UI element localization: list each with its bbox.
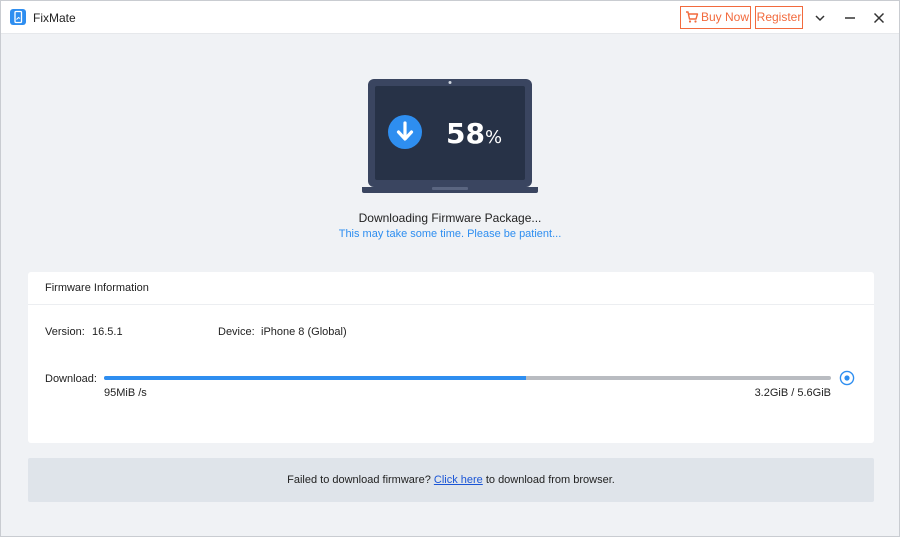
register-button[interactable]: Register	[755, 6, 803, 29]
download-arrow-icon	[388, 115, 422, 149]
minimize-icon	[845, 17, 855, 19]
chevron-down-icon	[815, 15, 825, 22]
minimize-button[interactable]	[839, 7, 861, 29]
device-label: Device:	[218, 326, 255, 338]
card-divider	[28, 304, 874, 305]
download-progress-fill	[104, 376, 526, 380]
close-icon	[873, 12, 885, 24]
device-value: iPhone 8 (Global)	[261, 326, 347, 338]
download-percent: 58%	[446, 117, 502, 150]
fallback-suffix: to download from browser.	[482, 474, 615, 486]
card-title: Firmware Information	[45, 282, 149, 294]
version-value: 16.5.1	[92, 326, 123, 338]
title-bar: FixMate Buy Now Register	[1, 1, 899, 34]
download-size: 3.2GiB / 5.6GiB	[754, 387, 831, 399]
close-button[interactable]	[868, 7, 890, 29]
download-status-text: Downloading Firmware Package...	[358, 211, 542, 225]
percent-value: 58	[446, 117, 485, 150]
stop-download-icon[interactable]	[839, 370, 855, 386]
version-label: Version:	[45, 326, 85, 338]
download-progress-bar	[104, 376, 831, 380]
buy-now-button[interactable]: Buy Now	[680, 6, 751, 29]
app-window: FixMate Buy Now Register 58% Downloading…	[0, 0, 900, 537]
click-here-link[interactable]: Click here	[434, 474, 483, 486]
app-logo-icon	[10, 9, 26, 25]
download-label: Download:	[45, 373, 97, 385]
download-hint-text: This may take some time. Please be patie…	[338, 228, 562, 240]
firmware-info-card: Firmware Information Version: 16.5.1 Dev…	[28, 272, 874, 443]
percent-sign: %	[484, 127, 503, 148]
fallback-prefix: Failed to download firmware?	[287, 474, 434, 486]
cart-icon	[685, 10, 699, 31]
download-fallback-bar: Failed to download firmware? Click here …	[28, 458, 874, 502]
app-title: FixMate	[33, 11, 76, 25]
menu-dropdown-button[interactable]	[809, 7, 831, 29]
buy-now-label: Buy Now	[701, 10, 750, 24]
download-speed: 95MiB /s	[104, 387, 147, 399]
laptop-illustration: 58%	[362, 79, 538, 195]
